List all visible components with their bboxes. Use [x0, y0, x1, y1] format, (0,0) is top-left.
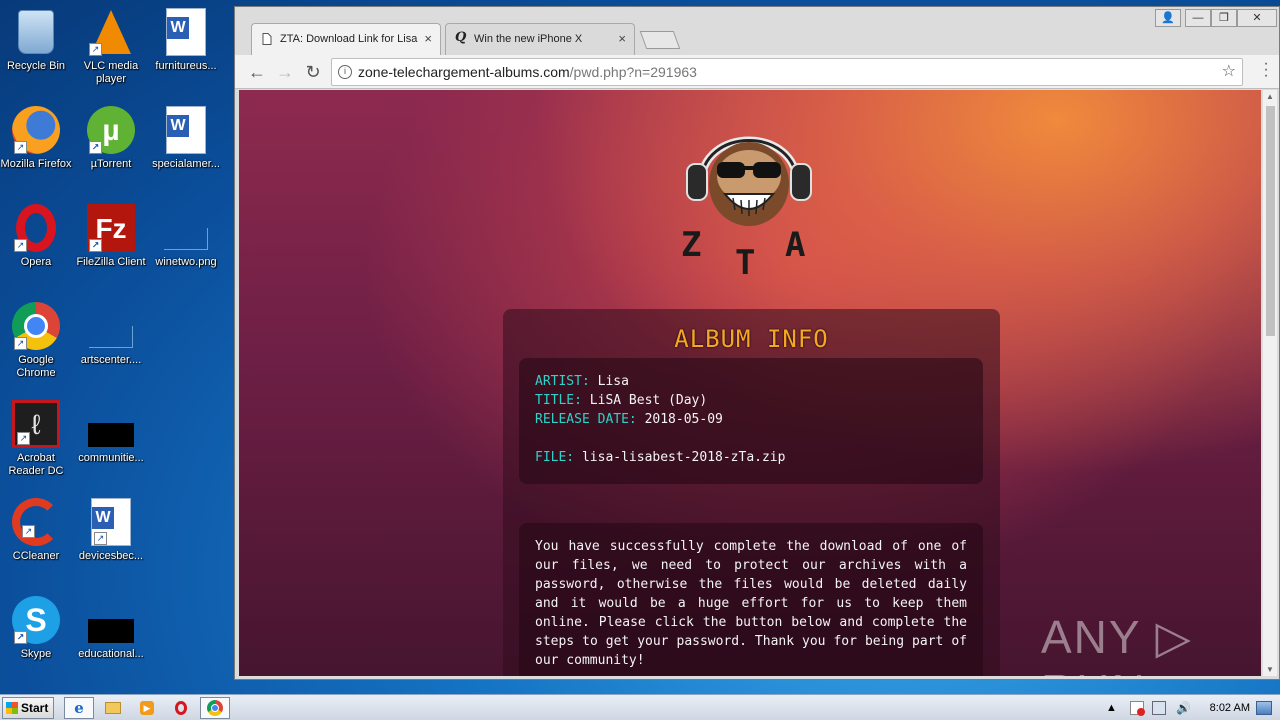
desktop-icon-firefox[interactable]: ↗ Mozilla Firefox: [0, 106, 74, 171]
clock[interactable]: 8:02 AM: [1210, 695, 1250, 720]
close-window-button[interactable]: ✕: [1237, 9, 1277, 27]
album-info-title: ALBUM INFO: [674, 325, 829, 353]
taskbar-media-player[interactable]: ▶: [132, 697, 162, 719]
svg-text:Z: Z: [681, 225, 701, 265]
file-row: FILE: lisa-lisabest-2018-zTa.zip: [535, 450, 786, 465]
desktop-icon-artscenter[interactable]: artscenter....: [73, 302, 149, 367]
zta-logo: Z T A: [681, 136, 812, 276]
desktop-icon-opera[interactable]: ↗ Opera: [0, 204, 74, 269]
desktop-icon-recycle-bin[interactable]: Recycle Bin: [0, 8, 74, 73]
desktop-icon-acrobat[interactable]: ℓ ↗ Acrobat Reader DC: [0, 400, 74, 478]
file-icon: [87, 596, 135, 644]
firefox-icon: ↗: [12, 106, 60, 154]
file-icon: [87, 302, 135, 350]
vlc-icon: ↗: [87, 8, 135, 56]
skype-icon: S ↗: [12, 596, 60, 644]
release-date-row: RELEASE DATE: 2018-05-09: [535, 412, 723, 427]
system-tray: ▲ 🔊 8:02 AM: [1104, 695, 1280, 720]
page-scrollbar[interactable]: ▲ ▼: [1262, 90, 1277, 676]
tab-zta-download[interactable]: ZTA: Download Link for Lisa ×: [251, 23, 441, 55]
scroll-thumb[interactable]: [1266, 106, 1275, 336]
tab-iphone[interactable]: Q Win the new iPhone X ×: [445, 23, 635, 55]
internet-explorer-icon: e: [74, 699, 84, 717]
desktop-icon-devicesbec[interactable]: W ↗ devicesbec...: [73, 498, 149, 563]
chrome-icon: ↗: [12, 302, 60, 350]
network-icon[interactable]: [1152, 701, 1166, 715]
back-icon[interactable]: ←: [245, 60, 269, 84]
taskbar-explorer[interactable]: [98, 697, 128, 719]
desktop-icon-vlc[interactable]: ↗ VLC media player: [73, 8, 149, 86]
word-document-icon: W ↗: [91, 498, 131, 546]
scroll-up-icon[interactable]: ▲: [1266, 92, 1274, 101]
file-icon: [87, 400, 135, 448]
media-player-icon: ▶: [140, 701, 154, 715]
profile-icon[interactable]: 👤: [1155, 9, 1181, 27]
browser-toolbar: ← → ↻ i zone-telechargement-albums.com/p…: [235, 55, 1279, 89]
browser-window: ZTA: Download Link for Lisa × Q Win the …: [234, 6, 1280, 680]
bookmark-star-icon[interactable]: ☆: [1222, 59, 1236, 85]
album-details: ARTIST: Lisa TITLE: LiSA Best (Day) RELE…: [519, 358, 983, 484]
recycle-bin-icon: [12, 8, 60, 56]
page-icon: [262, 33, 272, 45]
reload-icon[interactable]: ↻: [301, 60, 325, 84]
utorrent-icon: µ ↗: [87, 106, 135, 154]
restore-button[interactable]: ❐: [1211, 9, 1237, 27]
ccleaner-icon: ↗: [12, 498, 60, 546]
desktop-icon-filezilla[interactable]: Fz ↗ FileZilla Client: [73, 204, 149, 269]
page-content: Z T A ALBUM INFO ARTIST: Lisa TITLE: LiS…: [239, 90, 1261, 676]
chrome-icon: [207, 700, 223, 716]
info-icon[interactable]: i: [338, 65, 352, 79]
start-button[interactable]: Start: [2, 697, 54, 719]
desktop-icon-utorrent[interactable]: µ ↗ µTorrent: [73, 106, 149, 171]
desktop-icon-educational[interactable]: educational...: [73, 596, 149, 661]
volume-icon[interactable]: 🔊: [1176, 695, 1191, 715]
taskbar-opera[interactable]: [166, 697, 196, 719]
taskbar-ie[interactable]: e: [64, 697, 94, 719]
folder-icon: [105, 702, 121, 714]
album-info-card: ALBUM INFO ARTIST: Lisa TITLE: LiSA Best…: [503, 309, 1000, 676]
show-hidden-icons-icon[interactable]: ▲: [1106, 695, 1120, 714]
artist-row: ARTIST: Lisa: [535, 374, 629, 389]
acrobat-icon: ℓ ↗: [12, 400, 60, 448]
desktop-icon-winetwo[interactable]: winetwo.png: [148, 204, 224, 269]
close-icon[interactable]: ×: [420, 24, 432, 54]
desktop-icon-chrome[interactable]: ↗ Google Chrome: [0, 302, 74, 380]
title-row: TITLE: LiSA Best (Day): [535, 393, 708, 408]
desktop-icon-ccleaner[interactable]: ↗ CCleaner: [0, 498, 74, 563]
opera-icon: [175, 701, 187, 715]
desktop-icon-communitie[interactable]: communitie...: [73, 400, 149, 465]
taskbar: Start e ▶ ▲ 🔊 8:02 AM: [0, 694, 1280, 720]
forward-icon[interactable]: →: [273, 60, 297, 84]
word-document-icon: W: [166, 106, 206, 154]
new-tab-button[interactable]: [639, 31, 681, 49]
address-bar[interactable]: i zone-telechargement-albums.com/pwd.php…: [331, 58, 1243, 86]
desktop-icon-specialamer[interactable]: W specialamer...: [148, 106, 224, 171]
desktop-icon-skype[interactable]: S ↗ Skype: [0, 596, 74, 661]
menu-icon[interactable]: · · ·: [1263, 56, 1269, 84]
quora-icon: Q: [455, 30, 467, 45]
close-icon[interactable]: ×: [618, 24, 626, 54]
browser-titlebar: ZTA: Download Link for Lisa × Q Win the …: [235, 7, 1279, 55]
description-text: You have successfully complete the downl…: [519, 523, 983, 676]
filezilla-icon: Fz ↗: [87, 204, 135, 252]
svg-text:A: A: [785, 225, 805, 265]
minimize-button[interactable]: —: [1185, 9, 1211, 27]
taskbar-chrome[interactable]: [200, 697, 230, 719]
opera-icon: ↗: [12, 204, 60, 252]
show-desktop-icon[interactable]: [1256, 701, 1272, 715]
word-document-icon: W: [166, 8, 206, 56]
svg-text:T: T: [735, 243, 755, 276]
windows-logo-icon: [6, 702, 18, 714]
anyrun-watermark: ANY ▷ RUN: [1041, 611, 1193, 676]
image-file-icon: [162, 204, 210, 252]
action-center-icon[interactable]: [1130, 701, 1145, 716]
scroll-down-icon[interactable]: ▼: [1266, 665, 1274, 674]
desktop-icon-furnitureus[interactable]: W furnitureus...: [148, 8, 224, 73]
